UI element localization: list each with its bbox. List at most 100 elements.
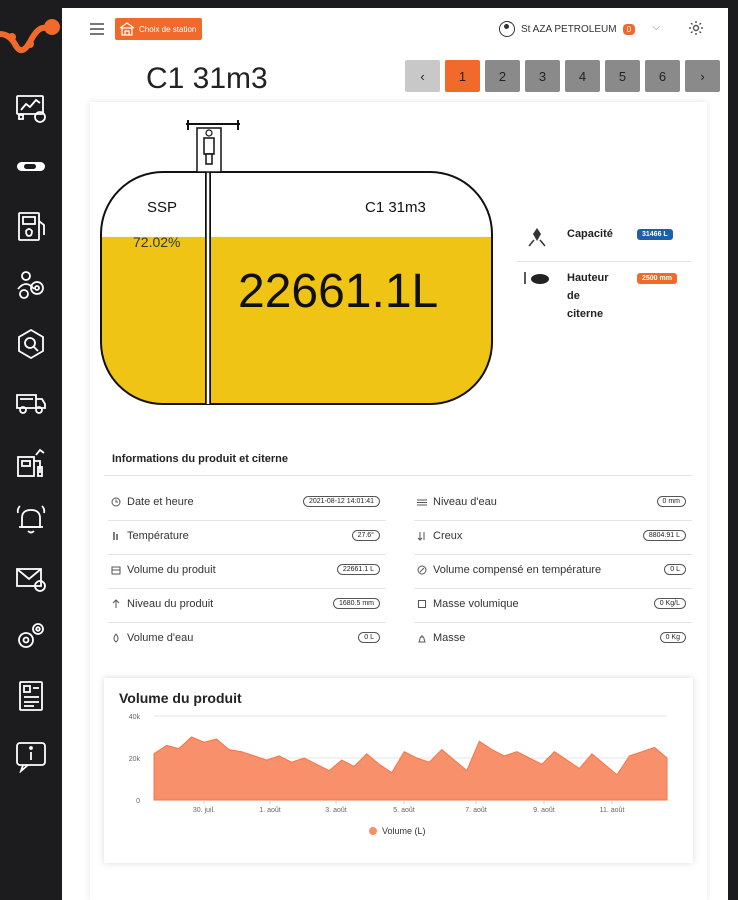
hamburger-menu-icon[interactable] xyxy=(90,23,104,35)
legend-label: Volume (L) xyxy=(382,826,426,836)
info-row: Masse 0 Kg xyxy=(414,624,692,654)
pager-prev-button[interactable]: ‹ xyxy=(405,60,440,92)
height-label-1: Hauteur xyxy=(567,272,609,284)
info-value: 0 L xyxy=(358,632,380,643)
tank-pager: ‹ 1 2 3 4 5 6 › xyxy=(405,60,720,92)
truck-icon[interactable] xyxy=(13,384,49,420)
compass-icon xyxy=(417,565,427,575)
row-divider xyxy=(414,588,692,589)
info-value: 0 L xyxy=(664,564,686,575)
volume-area-series xyxy=(153,736,668,801)
info-chat-icon[interactable] xyxy=(13,738,49,774)
y-tick-label: 20k xyxy=(129,756,141,763)
info-label: Volume compensé en température xyxy=(433,564,602,576)
page-title: C1 31m3 xyxy=(146,62,268,95)
thermometer-icon xyxy=(113,532,118,540)
user-menu[interactable]: St AZA PETROLEUM 0 xyxy=(499,18,636,40)
info-label: Volume d'eau xyxy=(127,632,194,644)
pager-next-button[interactable]: › xyxy=(685,60,720,92)
tank-icon xyxy=(111,566,121,575)
chevron-down-icon[interactable]: ⌵ xyxy=(652,21,660,34)
user-avatar-icon xyxy=(499,21,515,37)
dashboard-icon[interactable] xyxy=(13,90,49,126)
tank-illustration xyxy=(100,120,493,405)
weight-icon xyxy=(418,635,426,643)
pager-page-6[interactable]: 6 xyxy=(645,60,680,92)
section-divider xyxy=(104,475,692,476)
info-value: 0 Kg xyxy=(659,632,686,643)
notification-badge: 0 xyxy=(622,23,636,35)
info-value: 0 Kg/L xyxy=(653,598,686,609)
info-row: Volume du produit 22661.1 L xyxy=(108,556,386,586)
info-label: Masse volumique xyxy=(433,598,519,610)
legend-dot-icon xyxy=(369,827,377,835)
tank-fill-percent: 72.02% xyxy=(133,234,181,250)
tank-level-icon[interactable] xyxy=(13,148,49,184)
product-info-title: Informations du produit et citerne xyxy=(112,453,289,465)
info-label: Niveau du produit xyxy=(127,598,214,610)
height-label-2: de xyxy=(567,290,580,302)
people-gear-icon[interactable] xyxy=(13,266,49,302)
info-label: Volume du produit xyxy=(127,564,216,576)
info-value: 27.6° xyxy=(351,530,380,541)
choose-station-label: Choix de station xyxy=(139,24,197,34)
tank-product-label: SSP xyxy=(147,199,178,216)
mail-settings-icon[interactable] xyxy=(13,560,49,596)
info-label: Masse xyxy=(433,632,466,644)
fuel-pump-icon[interactable] xyxy=(13,208,49,244)
row-divider xyxy=(414,554,692,555)
form-list-icon[interactable] xyxy=(13,678,49,714)
row-divider xyxy=(108,588,386,589)
chart-legend[interactable]: Volume (L) xyxy=(369,826,426,836)
x-tick-label: 9. août xyxy=(533,807,554,814)
height-label-3: citerne xyxy=(567,308,604,320)
info-label: Date et heure xyxy=(127,496,194,508)
y-tick-label: 40k xyxy=(129,714,141,721)
pager-page-5[interactable]: 5 xyxy=(605,60,640,92)
info-value: 8804.91 L xyxy=(642,530,686,541)
x-tick-label: 5. août xyxy=(393,807,414,814)
info-value: 0 mm xyxy=(656,496,686,507)
info-row: Volume compensé en température 0 L xyxy=(414,556,692,586)
x-tick-label: 11. août xyxy=(600,807,625,814)
x-tick-label: 3. août xyxy=(325,807,346,814)
alert-bell-icon[interactable] xyxy=(13,502,49,538)
tank-fill-level xyxy=(101,236,492,404)
top-header: Choix de station St AZA PETROLEUM 0 ⌵ xyxy=(62,8,728,52)
settings-gear-icon[interactable] xyxy=(687,19,705,37)
tank-height-icon xyxy=(524,272,549,284)
hexagon-search-icon[interactable] xyxy=(13,326,49,362)
app-logo-icon[interactable] xyxy=(0,12,62,62)
info-row: Creux 8804.91 L xyxy=(414,522,692,552)
info-divider xyxy=(517,261,691,262)
tank-volume: 22661.1L xyxy=(238,265,439,318)
x-tick-label: 7. août xyxy=(465,807,486,814)
info-value: 22661.1 L xyxy=(336,564,380,575)
sort-icon xyxy=(417,532,425,541)
level-icon xyxy=(112,599,120,608)
choose-station-button[interactable]: Choix de station xyxy=(115,18,203,40)
row-divider xyxy=(414,622,692,623)
info-label: Température xyxy=(127,530,189,542)
height-value: 2500 mm xyxy=(637,273,677,284)
info-row: Date et heure 2021-08-12 14:01:41 xyxy=(108,488,386,518)
user-name: St AZA PETROLEUM xyxy=(521,23,617,35)
pager-page-4[interactable]: 4 xyxy=(565,60,600,92)
station-chart-icon[interactable] xyxy=(13,444,49,480)
info-row: Niveau d'eau 0 mm xyxy=(414,488,692,518)
pager-page-1[interactable]: 1 xyxy=(445,60,480,92)
pager-page-2[interactable]: 2 xyxy=(485,60,520,92)
info-row: Niveau du produit 1680.5 mm xyxy=(108,590,386,620)
gears-icon[interactable] xyxy=(13,618,49,654)
window-edge xyxy=(728,0,738,900)
info-row: Volume d'eau 0 L xyxy=(108,624,386,654)
capacity-icon xyxy=(528,228,546,247)
row-divider xyxy=(108,554,386,555)
pager-page-3[interactable]: 3 xyxy=(525,60,560,92)
info-row: Température 27.6° xyxy=(108,522,386,552)
row-divider xyxy=(414,520,692,521)
info-value: 2021-08-12 14:01:41 xyxy=(303,496,380,507)
info-row: Masse volumique 0 Kg/L xyxy=(414,590,692,620)
tank-name-label: C1 31m3 xyxy=(365,199,426,216)
volume-chart-card: Volume du produit 40k 20k 0 30. juil. 1. aoû… xyxy=(104,678,693,863)
